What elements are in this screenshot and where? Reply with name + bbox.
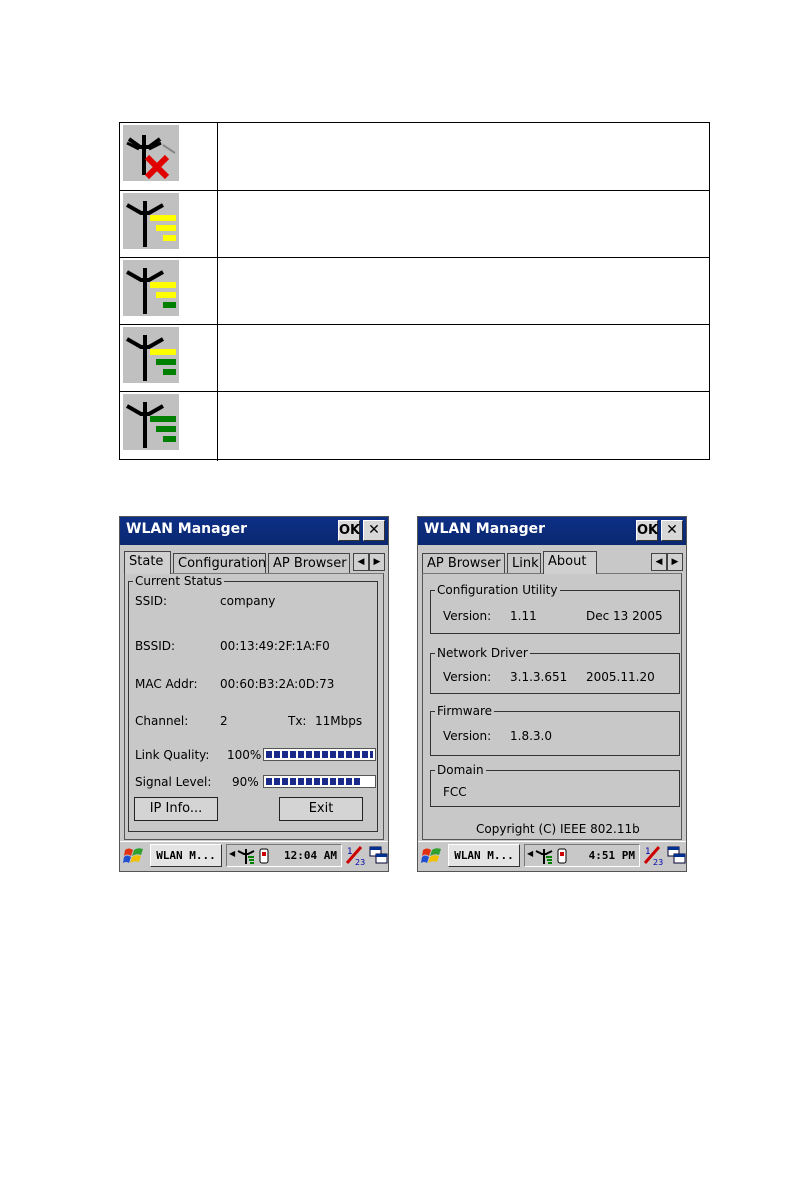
tray-arrow-icon[interactable]: ◀ <box>229 849 235 858</box>
ok-button[interactable]: OK <box>636 520 658 541</box>
legend-row <box>120 391 709 461</box>
tray-antenna-icon[interactable] <box>535 847 553 865</box>
tray-clock[interactable]: 12:04 AM <box>284 849 337 862</box>
window-title: WLAN Manager <box>126 521 248 537</box>
current-status-label: Current Status <box>133 574 225 588</box>
config-date-value: Dec 13 2005 <box>586 609 663 623</box>
ip-info-button[interactable]: IP Info... <box>134 797 218 821</box>
signal-fair-icon <box>123 260 179 316</box>
domain-label: Domain <box>435 763 486 777</box>
window-title: WLAN Manager <box>424 521 546 537</box>
input-panel-pen-icon[interactable]: 23 1 <box>642 844 664 866</box>
about-panel: Configuration Utility Version: 1.11 Dec … <box>422 573 682 840</box>
start-windows-flag-icon[interactable] <box>122 845 146 867</box>
legend-row <box>120 257 709 325</box>
tab-scroll-left-icon[interactable]: ◀ <box>353 553 369 571</box>
system-tray: ◀ 4:51 PM <box>524 844 640 867</box>
system-tray: ◀ 12:04 AM <box>226 844 342 867</box>
config-version-label: Version: <box>443 609 492 623</box>
firmware-version-label: Version: <box>443 729 492 743</box>
mac-addr-value: 00:60:B3:2A:0D:73 <box>220 677 335 691</box>
copyright-text: Copyright (C) IEEE 802.11b <box>476 822 640 836</box>
close-button[interactable]: ✕ <box>363 520 385 541</box>
signal-level-value: 90% <box>232 775 259 789</box>
tx-value: 11Mbps <box>315 714 363 728</box>
tray-battery-icon[interactable] <box>557 848 567 864</box>
legend-row <box>120 123 709 190</box>
wlan-manager-window-state: WLAN Manager OK ✕ State Configuration AP… <box>119 516 389 872</box>
current-status-group: Current Status SSID: company BSSID: 00:1… <box>128 574 378 832</box>
svg-text:23: 23 <box>653 858 663 866</box>
ssid-value: company <box>220 594 276 608</box>
svg-text:23: 23 <box>355 858 365 866</box>
tray-battery-icon[interactable] <box>259 848 269 864</box>
input-panel-pen-icon[interactable]: 23 1 <box>344 844 366 866</box>
tab-about[interactable]: About <box>543 551 597 574</box>
signal-level-label: Signal Level: <box>135 775 212 789</box>
tab-scroll-left-icon[interactable]: ◀ <box>651 553 667 571</box>
tray-clock[interactable]: 4:51 PM <box>589 849 635 862</box>
tab-scroll-right-icon[interactable]: ▶ <box>369 553 385 571</box>
tab-state[interactable]: State <box>124 551 171 574</box>
title-bar: WLAN Manager OK ✕ <box>120 517 388 545</box>
tab-bar: AP Browser Link About ◀ ▶ <box>422 551 683 574</box>
firmware-label: Firmware <box>435 704 494 718</box>
legend-row <box>120 324 709 392</box>
taskbar-wlan-manager-item[interactable]: WLAN M... <box>448 844 520 867</box>
signal-icon-legend-table <box>119 122 710 461</box>
firmware-version-value: 1.8.3.0 <box>510 729 552 743</box>
signal-excellent-icon <box>123 394 179 450</box>
taskbar-wlan-manager-item[interactable]: WLAN M... <box>150 844 222 867</box>
configuration-utility-group: Configuration Utility Version: 1.11 Dec … <box>430 583 680 634</box>
signal-good-icon <box>123 327 179 383</box>
configuration-utility-label: Configuration Utility <box>435 583 560 597</box>
tab-configuration[interactable]: Configuration <box>173 553 266 573</box>
mac-addr-label: MAC Addr: <box>135 677 198 691</box>
exit-button[interactable]: Exit <box>279 797 363 821</box>
network-driver-label: Network Driver <box>435 646 530 660</box>
driver-version-value: 3.1.3.651 <box>510 670 568 684</box>
start-windows-flag-icon[interactable] <box>420 845 444 867</box>
signal-level-bar-fill <box>266 778 362 785</box>
signal-level-bar <box>263 775 376 788</box>
tab-ap-browser[interactable]: AP Browser <box>268 553 350 573</box>
legend-row <box>120 190 709 258</box>
taskbar: WLAN M... ◀ 4:51 PM 23 1 <box>418 841 686 871</box>
title-bar: WLAN Manager OK ✕ <box>418 517 686 545</box>
link-quality-bar-fill <box>266 751 373 758</box>
network-driver-group: Network Driver Version: 3.1.3.651 2005.1… <box>430 646 680 694</box>
wlan-manager-window-about: WLAN Manager OK ✕ AP Browser Link About … <box>417 516 687 872</box>
driver-date-value: 2005.11.20 <box>586 670 655 684</box>
ok-button[interactable]: OK <box>338 520 360 541</box>
close-button[interactable]: ✕ <box>661 520 683 541</box>
link-quality-value: 100% <box>227 748 262 762</box>
channel-label: Channel: <box>135 714 189 728</box>
domain-group: Domain FCC <box>430 763 680 807</box>
desktop-windows-icon[interactable] <box>666 844 688 866</box>
tab-scroll-right-icon[interactable]: ▶ <box>667 553 683 571</box>
link-quality-label: Link Quality: <box>135 748 210 762</box>
tab-ap-browser[interactable]: AP Browser <box>422 553 505 573</box>
firmware-group: Firmware Version: 1.8.3.0 <box>430 704 680 756</box>
tx-label: Tx: <box>288 714 307 728</box>
tab-bar: State Configuration AP Browser ◀ ▶ <box>124 551 385 574</box>
svg-text:1: 1 <box>347 847 353 857</box>
signal-none-icon <box>123 125 179 181</box>
ssid-label: SSID: <box>135 594 168 608</box>
bssid-label: BSSID: <box>135 639 176 653</box>
signal-weak-icon <box>123 193 179 249</box>
tray-arrow-icon[interactable]: ◀ <box>527 849 533 858</box>
domain-value: FCC <box>443 785 467 799</box>
taskbar: WLAN M... ◀ 12:04 AM 23 1 <box>120 841 388 871</box>
tab-link[interactable]: Link <box>507 553 541 573</box>
driver-version-label: Version: <box>443 670 492 684</box>
channel-value: 2 <box>220 714 228 728</box>
config-version-value: 1.11 <box>510 609 537 623</box>
tray-antenna-icon[interactable] <box>237 847 255 865</box>
link-quality-bar <box>263 748 376 761</box>
svg-text:1: 1 <box>645 847 651 857</box>
bssid-value: 00:13:49:2F:1A:F0 <box>220 639 330 653</box>
desktop-windows-icon[interactable] <box>368 844 390 866</box>
state-panel: Current Status SSID: company BSSID: 00:1… <box>124 573 384 840</box>
